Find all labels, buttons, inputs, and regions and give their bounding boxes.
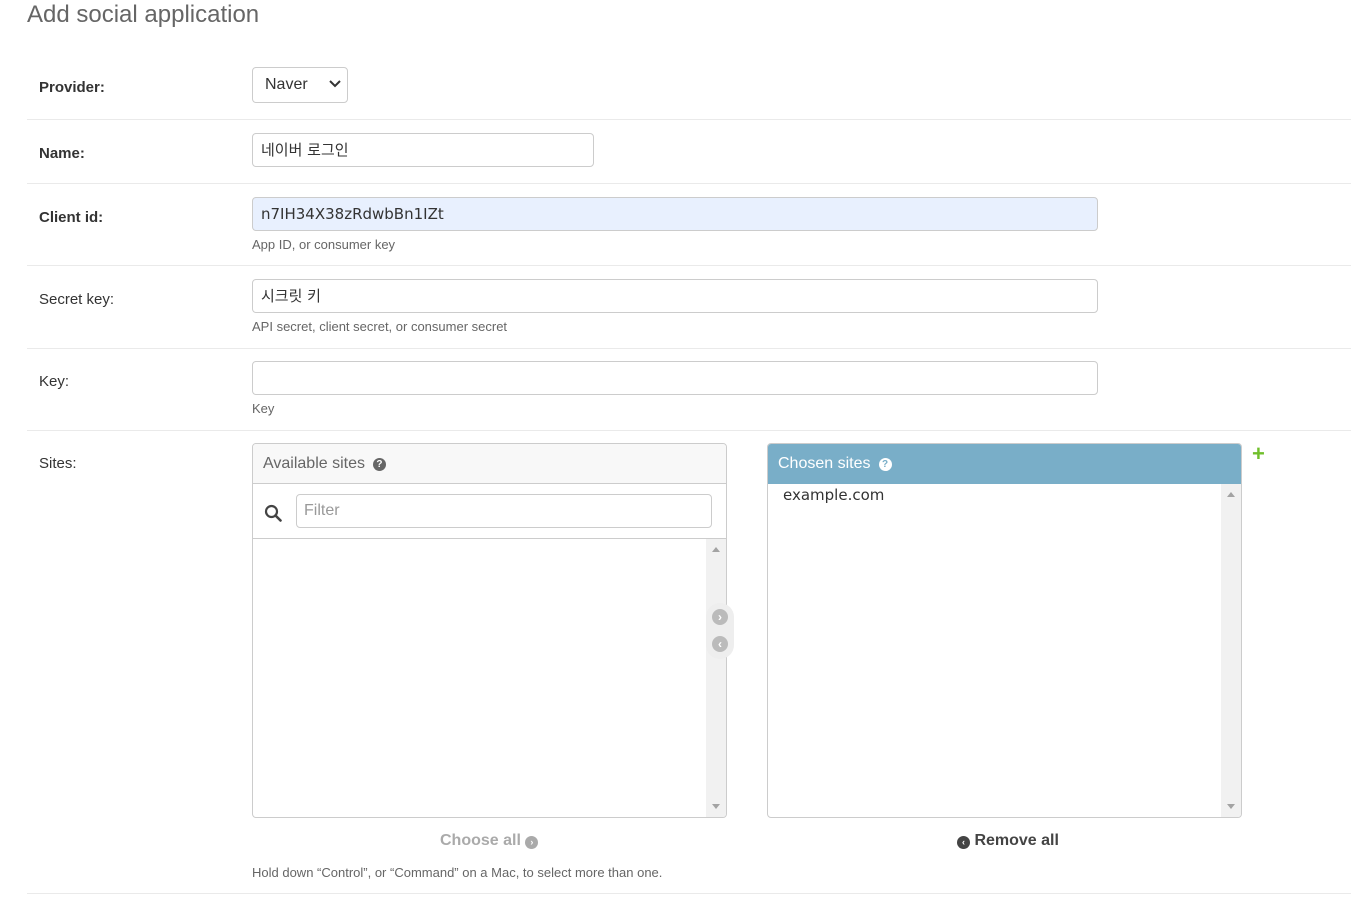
secret-key-field[interactable]: 시크릿 키 [252, 279, 1098, 313]
sites-label: Sites: [39, 455, 77, 472]
name-row: Name: 네이버 로그인 [27, 120, 1351, 184]
question-circle-icon[interactable]: ? [878, 458, 892, 471]
scroll-up-arrow[interactable] [712, 547, 720, 552]
chosen-sites-list[interactable]: example.com [768, 484, 1241, 817]
choose-all-button[interactable]: Choose all › [440, 832, 539, 850]
search-icon [264, 504, 282, 522]
filter-input[interactable]: Filter [296, 494, 712, 528]
page-title: Add social application [27, 1, 260, 28]
chosen-sites-box: Chosen sites? example.com [767, 443, 1242, 818]
client-id-field[interactable]: n7IH34X38zRdwbBn1IZt [252, 197, 1098, 231]
secret-key-help: API secret, client secret, or consumer s… [252, 319, 508, 334]
available-sites-title: Available sites [263, 455, 365, 472]
secret-key-row: Secret key: 시크릿 키 API secret, client sec… [27, 266, 1351, 349]
available-sites-header: Available sites? [253, 444, 726, 484]
list-item[interactable]: example.com [768, 484, 1241, 506]
provider-select-value: Naver [265, 76, 308, 93]
filter-row: Filter [253, 484, 726, 539]
key-label: Key: [39, 373, 70, 390]
remove-all-label: Remove all [974, 832, 1059, 849]
available-scrollbar[interactable] [706, 539, 726, 817]
key-row: Key: Key [27, 349, 1351, 431]
chosen-sites-title: Chosen sites [778, 455, 871, 472]
choose-all-label: Choose all [440, 832, 521, 849]
chevron-down-icon [329, 80, 341, 88]
selector-mover: › ‹ [706, 603, 734, 659]
client-id-row: Client id: n7IH34X38zRdwbBn1IZt App ID, … [27, 184, 1351, 266]
provider-label: Provider: [39, 79, 105, 96]
remove-all-button[interactable]: ‹ Remove all [957, 832, 1059, 850]
provider-row: Provider: Naver [27, 27, 1351, 120]
scroll-up-arrow[interactable] [1227, 492, 1235, 497]
scroll-down-arrow[interactable] [712, 804, 720, 809]
name-label: Name: [39, 145, 85, 162]
plus-icon[interactable]: + [1252, 443, 1265, 465]
key-help: Key [252, 401, 275, 416]
arrow-left-circle-icon[interactable]: ‹ [712, 636, 728, 652]
chosen-sites-header: Chosen sites? [768, 444, 1241, 484]
chosen-scrollbar[interactable] [1221, 484, 1241, 817]
sites-help: Hold down “Control”, or “Command” on a M… [252, 865, 663, 880]
client-id-label: Client id: [39, 209, 104, 226]
question-circle-icon[interactable]: ? [372, 458, 386, 471]
available-sites-list[interactable] [253, 539, 726, 817]
secret-key-label: Secret key: [39, 291, 115, 308]
key-field[interactable] [252, 361, 1098, 395]
provider-select[interactable]: Naver [252, 67, 348, 103]
arrow-left-circle-icon: ‹ [957, 836, 970, 849]
name-field[interactable]: 네이버 로그인 [252, 133, 594, 167]
client-id-help: App ID, or consumer key [252, 237, 396, 252]
available-sites-box: Available sites? Filter [252, 443, 727, 818]
arrow-right-circle-icon[interactable]: › [712, 609, 728, 625]
arrow-right-circle-icon: › [525, 836, 539, 849]
scroll-down-arrow[interactable] [1227, 804, 1235, 809]
